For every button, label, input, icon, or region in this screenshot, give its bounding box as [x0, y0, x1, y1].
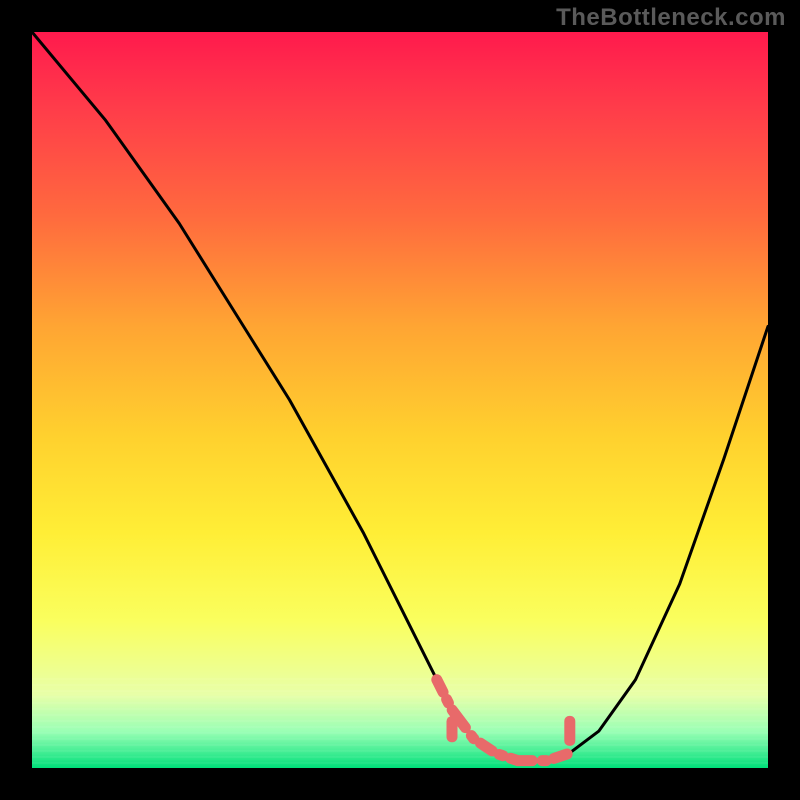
watermark-text: TheBottleneck.com: [556, 4, 786, 32]
bottleneck-curve: [32, 32, 768, 761]
optimal-highlight: [437, 680, 576, 761]
plot-background: [32, 32, 768, 768]
curve-layer: [32, 32, 768, 768]
chart-root: TheBottleneck.com: [0, 0, 800, 800]
